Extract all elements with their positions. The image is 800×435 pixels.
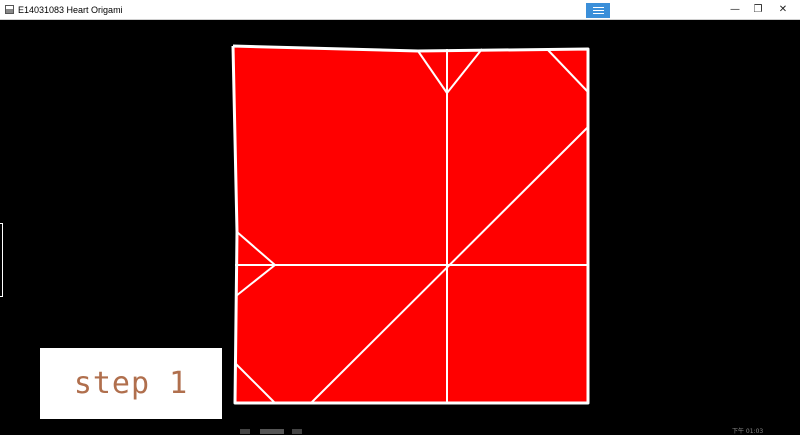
menu-line-icon [592, 13, 604, 14]
step-panel: step 1 [40, 348, 222, 419]
window-title: E14031083 Heart Origami [18, 4, 123, 15]
app-window-icon [5, 5, 14, 14]
taskbar-app-icon[interactable] [260, 429, 284, 434]
taskbar-app-icon[interactable] [292, 429, 302, 434]
taskbar [0, 426, 800, 434]
origami-paper [233, 46, 588, 403]
menu-line-icon [592, 10, 604, 11]
close-button[interactable]: ✕ [768, 0, 798, 19]
window-titlebar: E14031083 Heart Origami [0, 0, 800, 20]
menu-line-icon [592, 7, 604, 8]
step-label: step 1 [73, 366, 189, 401]
left-edge-marker [0, 223, 3, 297]
taskbar-app-icon[interactable] [240, 429, 250, 434]
hamburger-menu-button[interactable] [586, 3, 610, 18]
